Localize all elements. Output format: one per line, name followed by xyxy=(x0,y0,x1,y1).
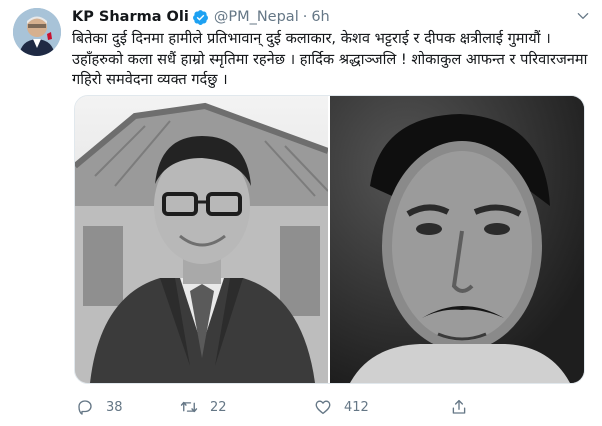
reply-icon xyxy=(78,400,92,415)
display-name[interactable]: KP Sharma Oli xyxy=(72,9,189,25)
retweet-icon xyxy=(180,401,198,413)
header-separator: · xyxy=(302,9,308,25)
retweet-count: 22 xyxy=(210,399,227,415)
reply-button[interactable]: 38 xyxy=(76,398,180,416)
caret-down-icon[interactable] xyxy=(576,9,590,23)
share-icon xyxy=(452,399,466,414)
retweet-button[interactable]: 22 xyxy=(180,398,314,416)
verified-icon xyxy=(192,9,208,25)
portrait-image xyxy=(330,96,584,383)
like-count: 412 xyxy=(344,399,369,415)
handle[interactable]: @PM_Nepal xyxy=(214,9,299,25)
photo-right[interactable] xyxy=(330,96,584,383)
avatar-image xyxy=(13,8,61,56)
share-button[interactable] xyxy=(450,398,480,416)
portrait-image xyxy=(75,96,328,383)
tweet-text: बितेका दुई दिनमा हामीले प्रतिभावान् दुई … xyxy=(72,30,588,88)
tweet-header: KP Sharma Oli @PM_Nepal · 6h xyxy=(72,6,578,28)
media-grid xyxy=(74,95,585,384)
reply-count: 38 xyxy=(106,399,123,415)
like-icon xyxy=(315,400,331,415)
photo-left[interactable] xyxy=(75,96,328,383)
tweet-card[interactable]: KP Sharma Oli @PM_Nepal · 6h बितेका दुई … xyxy=(0,0,602,426)
avatar[interactable] xyxy=(13,8,61,56)
timestamp[interactable]: 6h xyxy=(311,9,329,25)
action-bar: 38 22 412 xyxy=(72,396,592,418)
like-button[interactable]: 412 xyxy=(314,398,450,416)
